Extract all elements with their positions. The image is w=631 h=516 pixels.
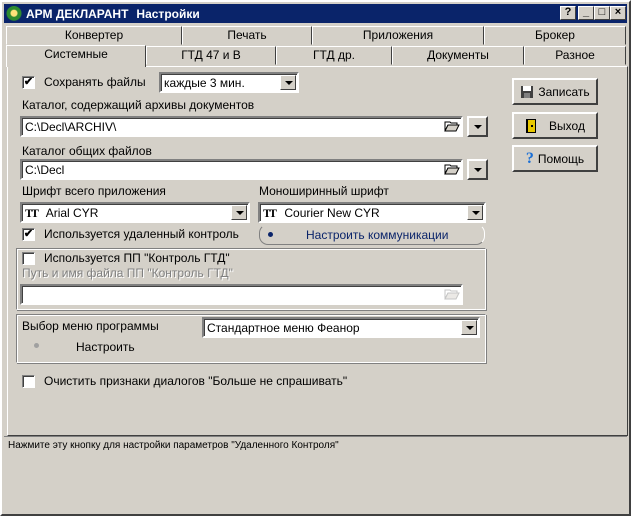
save-button-label: Записать [538,84,590,99]
tab-applications[interactable]: Приложения [312,26,484,45]
app-font-select[interactable]: TT Arial CYR [20,202,250,223]
help-button[interactable]: ? Помощь [512,145,598,172]
mono-font-label: Моноширинный шрифт [259,184,389,198]
truetype-font-icon: TT [263,206,277,220]
exit-door-icon [525,118,539,134]
clear-dialogs-checkbox[interactable] [22,375,35,388]
save-interval-value: каждые 3 мин. [164,76,245,90]
tab-print[interactable]: Печать [182,26,312,45]
common-dir-input[interactable]: C:\Decl [20,159,463,180]
clear-dialogs-label: Очистить признаки диалогов "Больше не сп… [44,374,348,388]
save-files-label: Сохранять файлы [44,75,146,89]
title-help-button[interactable]: ? [560,6,576,20]
save-button[interactable]: Записать [512,78,598,105]
remote-control-checkbox[interactable]: ✔ [22,228,35,241]
floppy-disk-icon [520,85,534,99]
menu-choice-select[interactable]: Стандартное меню Феанор [202,317,480,338]
question-mark-icon: ? [525,149,534,167]
chevron-down-icon[interactable] [231,205,247,220]
save-files-checkbox[interactable]: ✔ [22,76,35,89]
common-dir-label: Каталог общих файлов [22,144,152,158]
close-button[interactable]: × [610,6,626,20]
title-bar[interactable]: АРМ ДЕКЛАРАНТ Настройки ? _ □ × [4,4,627,23]
tab-system[interactable]: Системные [6,45,146,67]
radio-dot-icon [268,232,273,237]
app-name: АРМ ДЕКЛАРАНТ [26,6,129,21]
minimize-button[interactable]: _ [578,6,594,20]
app-font-label: Шрифт всего приложения [22,184,166,198]
pp-path-input[interactable] [20,284,463,305]
folder-open-icon[interactable] [443,286,461,303]
status-bar: Нажмите эту кнопку для настройки парамет… [4,436,627,514]
tab-misc[interactable]: Разное [524,46,626,65]
tab-gtd-other[interactable]: ГТД др. [276,46,392,65]
archive-dir-input[interactable]: C:\Decl\ARCHIV\ [20,116,463,137]
folder-open-icon[interactable] [443,161,461,178]
tab-documents[interactable]: Документы [392,46,524,65]
help-button-label: Помощь [537,151,585,166]
tab-broker[interactable]: Брокер [484,26,626,45]
status-text: Нажмите эту кнопку для настройки парамет… [8,440,339,451]
archive-dir-dropdown-button[interactable] [467,116,488,137]
exit-button[interactable]: Выход [512,112,598,139]
common-dir-value: C:\Decl [25,163,65,177]
common-dir-dropdown-button[interactable] [467,159,488,180]
pp-control-label: Используется ПП "Контроль ГТД" [44,251,230,265]
chevron-down-icon[interactable] [467,205,483,220]
settings-window: АРМ ДЕКЛАРАНТ Настройки ? _ □ × Конверте… [0,0,631,516]
tab-gtd-47[interactable]: ГТД 47 и В [146,46,276,65]
folder-open-icon[interactable] [443,118,461,135]
radio-dot-icon [34,343,39,348]
archive-dir-value: C:\Decl\ARCHIV\ [25,120,117,134]
setup-comm-label: Настроить коммуникации [306,228,449,242]
archive-dir-label: Каталог, содержащий архивы документов [22,98,255,112]
dialog-title: Настройки [136,6,200,21]
menu-choice-label: Выбор меню программы [22,319,159,333]
truetype-font-icon: TT [25,206,39,220]
remote-control-label: Используется удаленный контроль [44,227,239,241]
mono-font-value: Courier New CYR [284,206,380,220]
chevron-down-icon[interactable] [461,320,477,335]
tab-converter[interactable]: Конвертер [6,26,182,45]
exit-button-label: Выход [549,118,585,133]
app-font-value: Arial CYR [45,206,99,220]
configure-button[interactable]: Настроить [76,340,135,354]
app-emblem-icon [6,5,22,22]
pp-path-label: Путь и имя файла ПП "Контроль ГТД" [22,266,233,280]
mono-font-select[interactable]: TT Courier New CYR [258,202,486,223]
save-interval-select[interactable]: каждые 3 мин. [159,72,299,93]
maximize-button[interactable]: □ [594,6,610,20]
menu-choice-value: Стандартное меню Феанор [207,321,360,335]
pp-control-checkbox[interactable] [22,252,35,265]
setup-comm-button[interactable]: Настроить коммуникации [259,224,485,245]
chevron-down-icon[interactable] [280,75,296,90]
